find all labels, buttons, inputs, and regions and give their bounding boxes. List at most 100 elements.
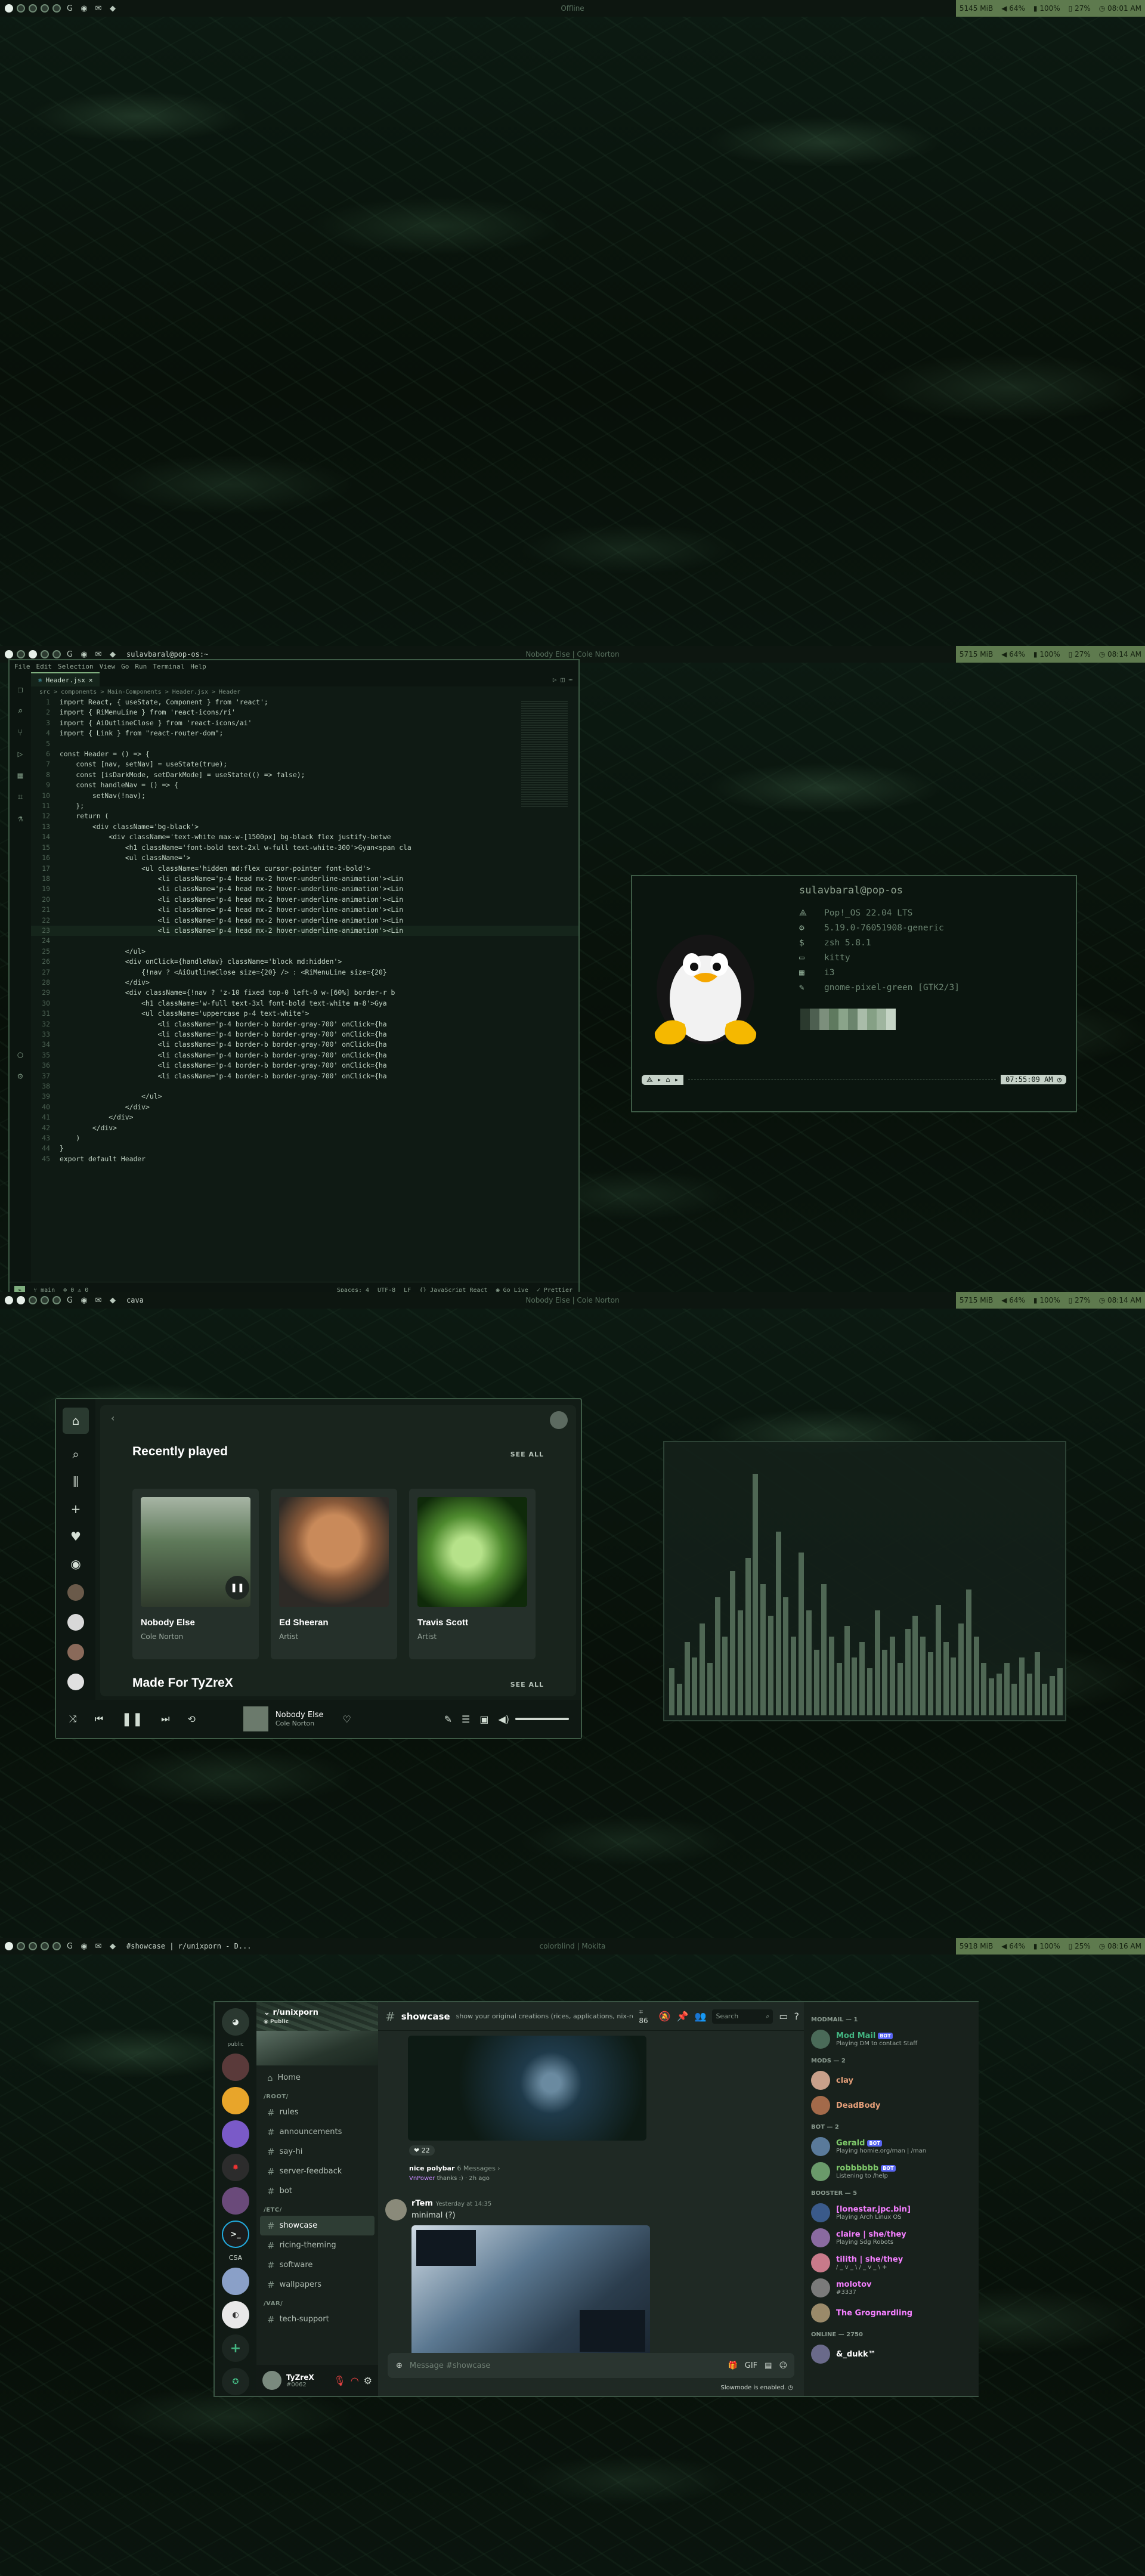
back-arrow-icon[interactable]: ‹: [111, 1412, 114, 1424]
reddit-icon[interactable]: ◉: [79, 1296, 89, 1305]
menu-item[interactable]: Go: [121, 663, 129, 670]
code-line[interactable]: 28 </div>: [31, 978, 578, 988]
workspace-dot[interactable]: [52, 1296, 61, 1304]
terminal-prompt[interactable]: ⟁ ▸ ⌂ ▸ 07:55:09 AM ◷: [642, 1073, 1066, 1086]
problems-indicator[interactable]: ⊗ 0 ⚠ 0: [63, 1287, 88, 1292]
thread-preview[interactable]: nice polybar 6 Messages ›: [409, 2164, 500, 2172]
server-header[interactable]: ⌄ r/unixporn ◉ Public: [256, 2002, 378, 2031]
artist-avatar[interactable]: [67, 1614, 84, 1631]
minimap[interactable]: [521, 701, 568, 808]
code-line[interactable]: 44}: [31, 1143, 578, 1154]
artist-avatar[interactable]: [67, 1644, 84, 1660]
twitter-icon[interactable]: ◆: [107, 1942, 118, 1951]
indent-indicator[interactable]: Spaces: 4: [337, 1287, 369, 1292]
member-item[interactable]: Mod Mail BOT Playing DM to contact Staff: [811, 2027, 971, 2052]
channel-software[interactable]: # software: [256, 2255, 378, 2275]
workspace-dot[interactable]: [41, 1942, 49, 1950]
avatar[interactable]: [811, 2228, 830, 2247]
explore-icon[interactable]: ✪: [222, 2368, 249, 2395]
code-line[interactable]: 15 <h1 className='font-bold text-2xl w-f…: [31, 843, 578, 853]
workspace-dot[interactable]: [29, 1942, 37, 1950]
gift-icon[interactable]: 🎁: [728, 2361, 738, 2370]
volume-slider[interactable]: [515, 1718, 569, 1720]
code-line[interactable]: 5: [31, 739, 578, 749]
member-item[interactable]: Gerald BOT Playing homie.org/man | /man: [811, 2134, 971, 2159]
volume-readout[interactable]: ◀ 64%: [1001, 650, 1025, 658]
create-playlist-icon[interactable]: +: [71, 1502, 81, 1516]
code-line[interactable]: 9 const handleNav = () => {: [31, 780, 578, 790]
reddit-icon[interactable]: ◉: [79, 4, 89, 13]
menu-item[interactable]: Help: [190, 663, 206, 670]
member-item[interactable]: [lonestar.jpc.bin] Playing Arch Linux OS: [811, 2200, 971, 2225]
member-item[interactable]: robbbbbb BOT Listening to /help: [811, 2159, 971, 2184]
server-icon[interactable]: [222, 2120, 249, 2148]
home-channel[interactable]: ⌂ Home: [256, 2068, 378, 2088]
code-line[interactable]: 21 <li className='p-4 head mx-2 hover-un…: [31, 905, 578, 915]
settings-gear-icon[interactable]: ⚙: [17, 1071, 23, 1081]
previous-icon[interactable]: ⏮: [95, 1713, 103, 1725]
code-line[interactable]: 16 <ul className='>: [31, 853, 578, 863]
mail-icon[interactable]: ✉: [93, 1296, 104, 1305]
see-all-link[interactable]: SEE ALL: [510, 1451, 544, 1458]
volume-icon[interactable]: ◀): [498, 1714, 509, 1725]
code-line[interactable]: 8 const [isDarkMode, setDarkMode] = useS…: [31, 770, 578, 780]
language-indicator[interactable]: {} JavaScript React: [419, 1287, 487, 1292]
workspace-dot[interactable]: [41, 4, 49, 13]
member-item[interactable]: molotov #3337: [811, 2275, 971, 2300]
tab-header-jsx[interactable]: ⚛ Header.jsx ×: [31, 672, 100, 686]
message-screenshot-image[interactable]: [411, 2225, 650, 2360]
threads-icon[interactable]: ⌗ 86: [639, 2008, 652, 2025]
menu-item[interactable]: Edit: [36, 663, 52, 670]
inbox-icon[interactable]: ▭: [779, 2011, 788, 2022]
go-live-button[interactable]: ◉ Go Live: [496, 1287, 528, 1292]
liked-songs-icon[interactable]: ♥: [70, 1529, 81, 1544]
album-card[interactable]: Nobody Else Cole Norton ❚❚: [132, 1489, 259, 1659]
workspace-dot[interactable]: [52, 650, 61, 658]
code-line[interactable]: 29 <div className={!nav ? 'z-10 fixed to…: [31, 988, 578, 998]
twitter-icon[interactable]: ◆: [107, 4, 118, 13]
workspace-indicators[interactable]: G ◉ ✉ ◆: [0, 1296, 118, 1305]
code-line[interactable]: 17 <ul className='hidden md:flex cursor-…: [31, 864, 578, 874]
channel-showcase[interactable]: # showcase: [260, 2216, 375, 2235]
search-icon[interactable]: ⌕: [17, 706, 23, 716]
server-csa[interactable]: CSA: [229, 2254, 242, 2262]
add-attachment-icon[interactable]: ⊕: [396, 2361, 403, 2370]
code-line[interactable]: 6 const Header = () => {: [31, 749, 578, 759]
pins-icon[interactable]: 📌: [677, 2011, 689, 2022]
server-icon[interactable]: [222, 2268, 249, 2295]
code-line[interactable]: 18 <li className='p-4 head mx-2 hover-un…: [31, 874, 578, 884]
member-item[interactable]: &_dukk™: [811, 2342, 971, 2367]
message-author[interactable]: rTem Yesterday at 14:35: [411, 2199, 491, 2208]
code-line[interactable]: 27 {!nav ? <AiOutlineClose size={20} /> …: [31, 967, 578, 978]
code-line[interactable]: 40 </div>: [31, 1102, 578, 1112]
mail-icon[interactable]: ✉: [93, 4, 104, 13]
avatar[interactable]: [811, 2162, 830, 2181]
channel-category[interactable]: /VAR/: [256, 2294, 378, 2309]
code-line[interactable]: 2 import { RiMenuLine } from 'react-icons…: [31, 707, 578, 718]
search-input[interactable]: Search ⌕: [712, 2009, 773, 2024]
shuffle-icon[interactable]: ⤨: [69, 1713, 77, 1725]
member-item[interactable]: tilith | she/they / _ v _ \ / _ v _ \ +: [811, 2250, 971, 2275]
code-line[interactable]: 45 export default Header: [31, 1154, 578, 1164]
code-line[interactable]: 39 </ul>: [31, 1091, 578, 1102]
avatar[interactable]: [811, 2278, 830, 2297]
workspace-dot[interactable]: [41, 1296, 49, 1304]
branch-indicator[interactable]: ⑂ main: [33, 1287, 55, 1292]
repeat-icon[interactable]: ⟲: [188, 1714, 196, 1725]
member-item[interactable]: clay: [811, 2068, 971, 2093]
settings-gear-icon[interactable]: ⚙: [364, 2375, 372, 2386]
code-line[interactable]: 37 <li className='p-4 border-b border-gr…: [31, 1071, 578, 1081]
workspace-dot[interactable]: [17, 1942, 25, 1950]
code-line[interactable]: 10 setNav(!nav);: [31, 791, 578, 801]
code-line[interactable]: 12 return (: [31, 811, 578, 821]
volume-readout[interactable]: ◀ 64%: [1001, 4, 1025, 13]
code-line[interactable]: 24: [31, 936, 578, 946]
reaction-heart[interactable]: ❤ 22: [409, 2145, 435, 2156]
workspace-indicators[interactable]: G ◉ ✉ ◆: [0, 650, 118, 659]
channel-category[interactable]: /ETC/: [256, 2201, 378, 2216]
next-icon[interactable]: ⏭: [161, 1713, 169, 1725]
workspace-dot[interactable]: [29, 1296, 37, 1304]
help-icon[interactable]: ?: [794, 2011, 800, 2022]
code-line[interactable]: 20 <li className='p-4 head mx-2 hover-un…: [31, 895, 578, 905]
code-line[interactable]: 3 import { AiOutlineClose } from 'react-i…: [31, 718, 578, 728]
